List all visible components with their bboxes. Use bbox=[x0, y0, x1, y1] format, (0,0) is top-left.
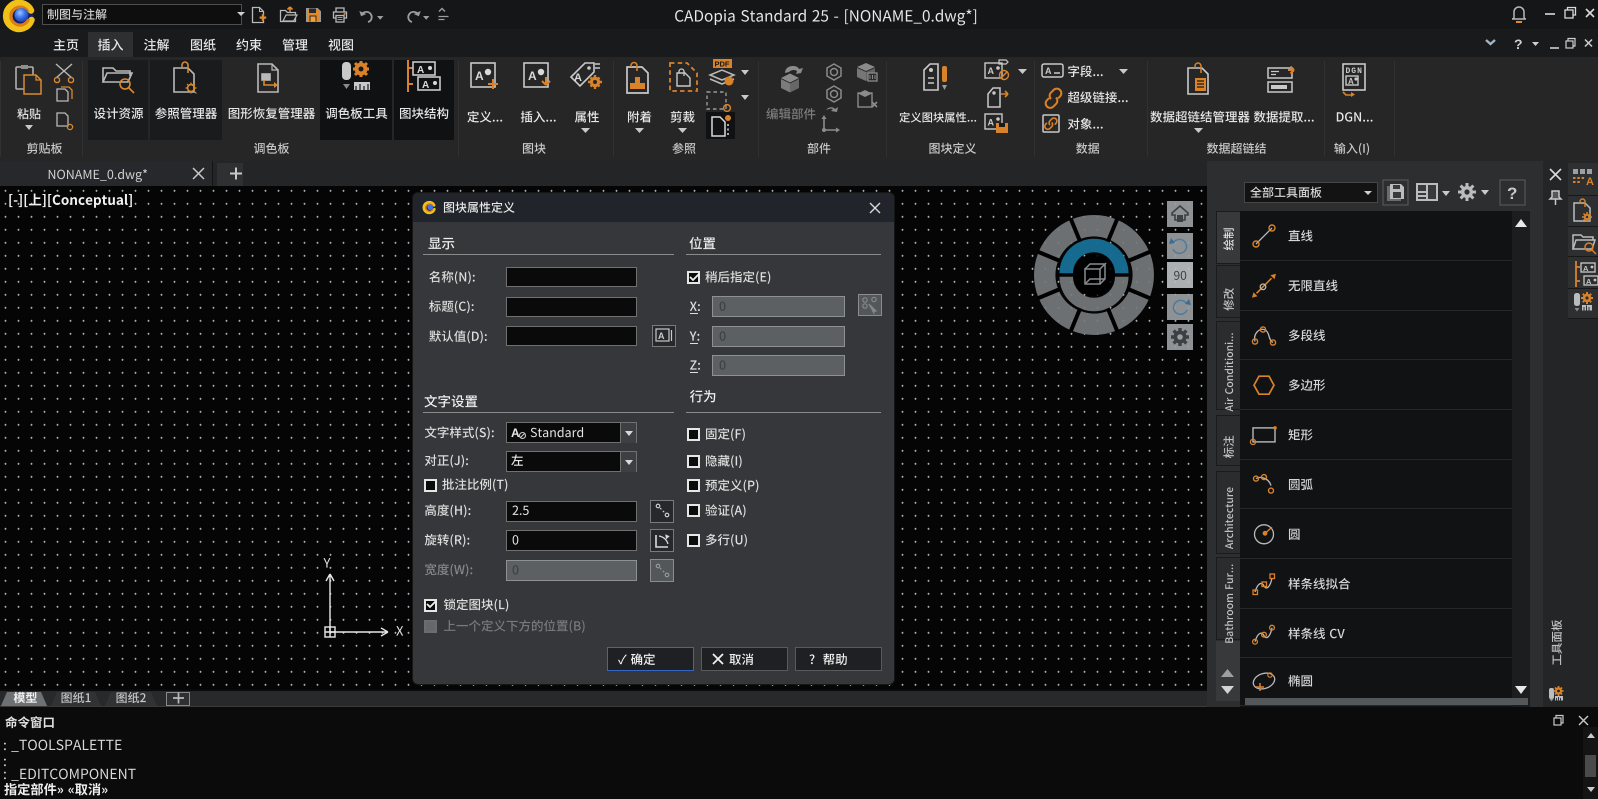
svg-text:A: A bbox=[417, 65, 424, 76]
svg-text:A: A bbox=[511, 426, 520, 440]
svg-text:A: A bbox=[528, 69, 537, 83]
svg-text:A: A bbox=[1348, 77, 1354, 86]
svg-text:A: A bbox=[1586, 277, 1592, 286]
svg-text:PDF: PDF bbox=[715, 60, 730, 69]
svg-text:A: A bbox=[658, 331, 665, 341]
svg-text:A: A bbox=[988, 66, 995, 76]
svg-text:A: A bbox=[1045, 66, 1052, 76]
svg-text:A: A bbox=[1583, 264, 1589, 273]
svg-text:?: ? bbox=[1514, 36, 1523, 52]
svg-text:?: ? bbox=[1507, 184, 1517, 203]
svg-text:A: A bbox=[574, 72, 582, 84]
svg-text:A: A bbox=[988, 118, 995, 128]
svg-text:DGN: DGN bbox=[1346, 67, 1363, 76]
svg-text:A: A bbox=[475, 69, 484, 83]
svg-text:A: A bbox=[1586, 176, 1594, 188]
svg-text:A: A bbox=[422, 80, 429, 91]
